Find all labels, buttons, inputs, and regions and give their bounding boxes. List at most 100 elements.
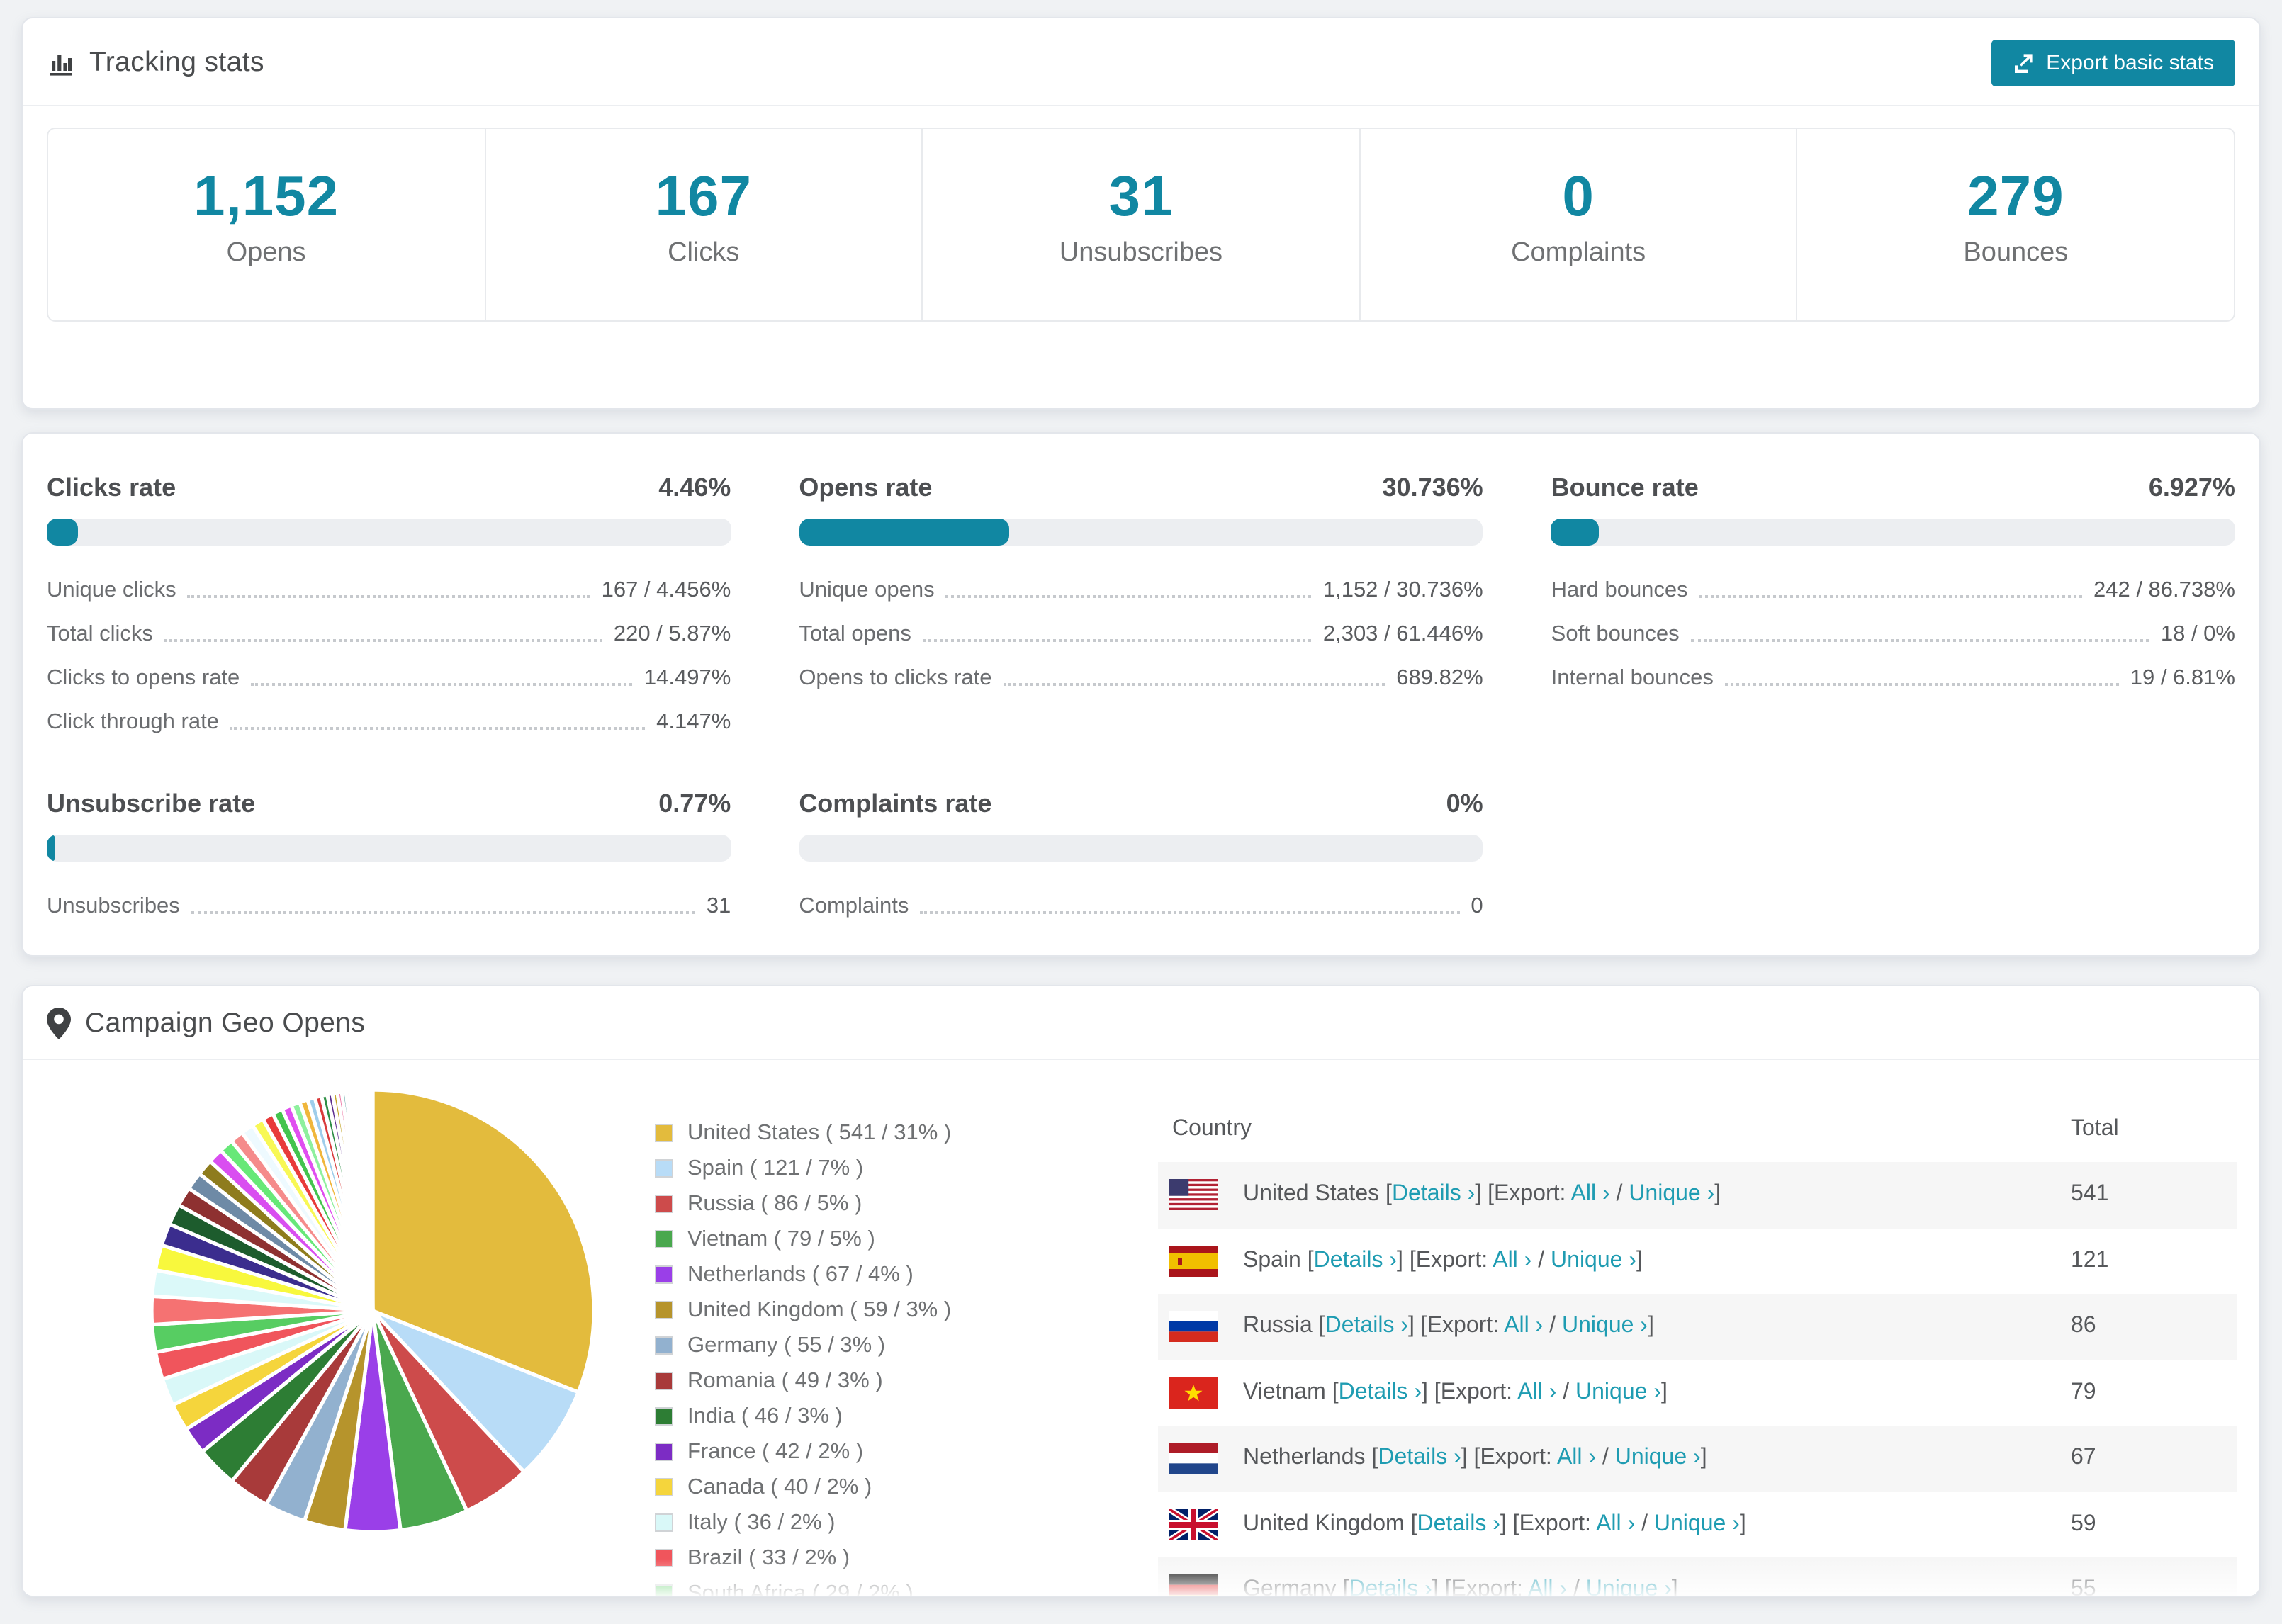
legend-item[interactable]: Germany ( 55 / 3% )	[655, 1332, 1158, 1360]
rate-value: 0%	[1446, 789, 1483, 818]
details-link[interactable]: Details ›	[1314, 1248, 1397, 1273]
country-name: Netherlands	[1243, 1445, 1366, 1470]
rates-card: Clicks rate 4.46% Unique clicks 167 / 4.456…	[21, 432, 2261, 957]
export-all-link[interactable]: All ›	[1557, 1446, 1596, 1470]
rate-detail-row: Unique clicks 167 / 4.456%	[47, 568, 731, 612]
tracking-stats-header: Tracking stats Export basic stats	[23, 18, 2259, 106]
table-row-de: Germany [Details ›] [Export: All › / Uni…	[1158, 1557, 2237, 1596]
country-name: Spain	[1243, 1248, 1301, 1273]
flag-icon-vn	[1169, 1377, 1218, 1409]
export-unique-link[interactable]: Unique ›	[1654, 1512, 1740, 1536]
country-cell: Spain [Details ›] [Export: All › / Uniqu…	[1243, 1248, 1643, 1273]
details-link[interactable]: Details ›	[1349, 1578, 1432, 1596]
rate-detail-label: Unsubscribes	[47, 893, 180, 918]
export-unique-link[interactable]: Unique ›	[1562, 1314, 1648, 1338]
rate-progress-bar	[799, 835, 1483, 862]
rate-detail-row: Soft bounces 18 / 0%	[1551, 612, 2235, 656]
legend-swatch	[655, 1229, 673, 1248]
details-link[interactable]: Details ›	[1339, 1380, 1422, 1404]
legend-label: Netherlands ( 67 / 4% )	[687, 1262, 914, 1287]
legend-item[interactable]: Russia ( 86 / 5% )	[655, 1190, 1158, 1218]
rate-detail-value: 220 / 5.87%	[613, 621, 731, 645]
legend-item[interactable]: South Africa ( 29 / 2% )	[655, 1579, 1158, 1596]
rate-value: 6.927%	[2148, 473, 2235, 502]
map-pin-icon	[47, 1008, 71, 1040]
pie-slice-other[interactable]	[370, 1088, 375, 1313]
dotted-leader	[1724, 682, 2119, 685]
legend-item[interactable]: Canada ( 40 / 2% )	[655, 1473, 1158, 1501]
geo-opens-pie-chart[interactable]	[145, 1083, 601, 1539]
country-name: United Kingdom	[1243, 1511, 1405, 1536]
legend-item[interactable]: France ( 42 / 2% )	[655, 1438, 1158, 1465]
details-link[interactable]: Details ›	[1325, 1314, 1408, 1338]
export-label: Export:	[1440, 1380, 1513, 1404]
export-all-link[interactable]: All ›	[1504, 1314, 1543, 1338]
rate-progress-bar	[1551, 519, 2235, 546]
total-cell: 59	[2071, 1511, 2096, 1536]
rate-panel-complaints-rate: Complaints rate 0% Complaints 0	[799, 789, 1483, 928]
export-icon	[2012, 52, 2035, 74]
geo-pie-legend: United States ( 541 / 31% ) Spain ( 121 /…	[655, 1060, 1158, 1596]
geo-country-table: Country Total United States [Details ›] [E…	[1158, 1060, 2237, 1596]
stat-label: Bounces	[1963, 238, 2069, 268]
campaign-geo-opens-card: Campaign Geo Opens United States ( 541 /…	[21, 985, 2261, 1597]
legend-item[interactable]: Italy ( 36 / 2% )	[655, 1509, 1158, 1536]
stat-bounces: 279 Bounces	[1796, 129, 2234, 320]
stat-value: 0	[1562, 166, 1595, 228]
geo-body: United States ( 541 / 31% ) Spain ( 121 /…	[23, 1060, 2259, 1596]
legend-item[interactable]: United States ( 541 / 31% )	[655, 1120, 1158, 1147]
export-unique-link[interactable]: Unique ›	[1575, 1380, 1661, 1404]
legend-item[interactable]: India ( 46 / 3% )	[655, 1403, 1158, 1431]
country-cell: Vietnam [Details ›] [Export: All › / Uni…	[1243, 1380, 1668, 1404]
legend-item[interactable]: United Kingdom ( 59 / 3% )	[655, 1297, 1158, 1324]
details-link[interactable]: Details ›	[1417, 1512, 1500, 1536]
stat-value: 167	[655, 166, 753, 228]
export-all-link[interactable]: All ›	[1596, 1512, 1635, 1536]
flag-icon-es	[1169, 1245, 1218, 1277]
legend-label: Spain ( 121 / 7% )	[687, 1156, 864, 1180]
legend-item[interactable]: Brazil ( 33 / 2% )	[655, 1544, 1158, 1572]
total-cell: 79	[2071, 1380, 2096, 1404]
export-all-link[interactable]: All ›	[1571, 1183, 1610, 1207]
export-label: Export:	[1519, 1511, 1591, 1536]
export-unique-link[interactable]: Unique ›	[1629, 1183, 1714, 1207]
table-row-vn: Vietnam [Details ›] [Export: All › / Uni…	[1158, 1360, 2237, 1426]
total-cell: 67	[2071, 1445, 2096, 1470]
details-link[interactable]: Details ›	[1378, 1446, 1461, 1470]
legend-swatch	[655, 1336, 673, 1355]
legend-item[interactable]: Vietnam ( 79 / 5% )	[655, 1226, 1158, 1253]
rate-panel-unsubscribe-rate: Unsubscribe rate 0.77% Unsubscribes 31	[47, 789, 731, 928]
stat-value: 279	[1967, 166, 2064, 228]
dotted-leader	[230, 726, 646, 729]
export-basic-stats-button[interactable]: Export basic stats	[1991, 40, 2235, 86]
rate-detail-label: Opens to clicks rate	[799, 665, 992, 689]
rate-value: 4.46%	[658, 473, 731, 502]
export-unique-link[interactable]: Unique ›	[1586, 1578, 1672, 1596]
export-all-link[interactable]: All ›	[1528, 1578, 1567, 1596]
legend-swatch	[655, 1265, 673, 1284]
rate-title: Clicks rate	[47, 473, 176, 502]
legend-label: Romania ( 49 / 3% )	[687, 1368, 883, 1393]
rate-title: Opens rate	[799, 473, 933, 502]
export-all-link[interactable]: All ›	[1493, 1248, 1531, 1273]
export-all-link[interactable]: All ›	[1517, 1380, 1556, 1404]
dotted-leader	[1003, 682, 1386, 685]
export-unique-link[interactable]: Unique ›	[1551, 1248, 1636, 1273]
rate-detail-row: Hard bounces 242 / 86.738%	[1551, 568, 2235, 612]
legend-item[interactable]: Netherlands ( 67 / 4% )	[655, 1261, 1158, 1289]
rate-detail-row: Clicks to opens rate 14.497%	[47, 656, 731, 700]
legend-item[interactable]: Spain ( 121 / 7% )	[655, 1155, 1158, 1183]
flag-icon-de	[1169, 1574, 1218, 1596]
country-cell: Russia [Details ›] [Export: All › / Uniq…	[1243, 1314, 1654, 1338]
export-unique-link[interactable]: Unique ›	[1615, 1446, 1701, 1470]
rate-detail-value: 167 / 4.456%	[601, 577, 731, 602]
rate-detail-value: 14.497%	[643, 665, 731, 689]
stat-value: 1,152	[193, 166, 339, 228]
legend-swatch	[655, 1548, 673, 1567]
country-cell: Germany [Details ›] [Export: All › / Uni…	[1243, 1578, 2071, 1596]
rate-title: Bounce rate	[1551, 473, 1699, 502]
rate-title: Complaints rate	[799, 789, 992, 818]
legend-item[interactable]: Romania ( 49 / 3% )	[655, 1368, 1158, 1395]
details-link[interactable]: Details ›	[1392, 1183, 1475, 1207]
geo-section-title: Campaign Geo Opens	[85, 1008, 366, 1039]
